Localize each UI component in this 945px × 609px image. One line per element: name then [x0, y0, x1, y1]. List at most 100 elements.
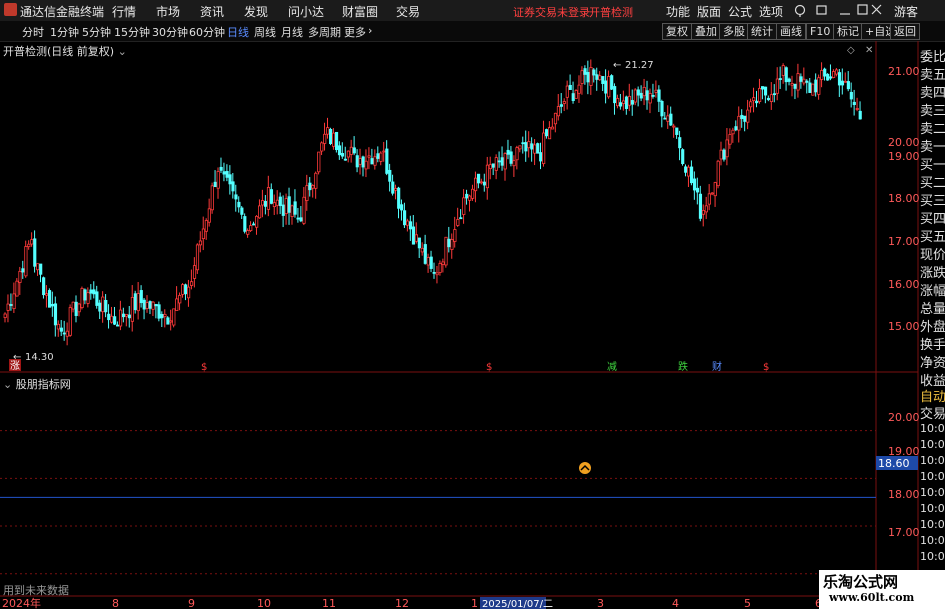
diamond-icon[interactable]: ◇ — [847, 45, 855, 56]
side-label[interactable]: 现价 — [920, 244, 945, 263]
side-label[interactable]: 买四 — [920, 208, 945, 227]
mark-button[interactable]: 标记 — [833, 23, 863, 40]
candle-body — [337, 145, 342, 156]
side-label[interactable]: 换手 — [920, 334, 945, 353]
candle-body — [441, 261, 445, 265]
tab-15min[interactable]: 15分钟 — [114, 24, 150, 40]
candle-body — [518, 145, 522, 150]
multi-stock-button[interactable]: 多股 — [719, 23, 749, 40]
side-label[interactable]: 卖五 — [920, 64, 945, 83]
f10-button[interactable]: F10 — [806, 23, 835, 40]
candle-body — [781, 65, 785, 76]
side-label[interactable]: 买三 — [920, 190, 945, 209]
tab-intraday[interactable]: 分时 — [22, 24, 44, 40]
menu-item-discover[interactable]: 发现 — [244, 3, 268, 20]
candle-body — [169, 320, 173, 323]
event-marker-dollar[interactable]: $ — [486, 362, 492, 373]
candle-body — [616, 98, 620, 107]
signal-up-icon[interactable] — [579, 462, 591, 474]
side-label[interactable]: 卖四 — [920, 82, 945, 101]
chart-title[interactable]: 开普检测(日线 前复权) ⌄ — [3, 43, 127, 59]
candle-body — [80, 287, 84, 308]
side-label[interactable]: 委比 — [920, 46, 945, 65]
guest-label[interactable]: 游客 — [894, 3, 918, 20]
overlay-button[interactable]: 叠加 — [691, 23, 721, 40]
candle-body — [678, 137, 682, 149]
menu-item-function[interactable]: 功能 — [666, 3, 690, 20]
candle-body — [133, 293, 137, 311]
restore-icon[interactable] — [816, 5, 827, 15]
side-label[interactable]: 总量 — [920, 298, 945, 317]
tab-1min[interactable]: 1分钟 — [50, 24, 79, 40]
candle-body — [660, 100, 664, 117]
side-label[interactable]: 买一 — [920, 154, 945, 173]
refresh-icon[interactable] — [794, 4, 806, 18]
event-marker-dollar[interactable]: $ — [201, 362, 207, 373]
tab-5min[interactable]: 5分钟 — [82, 24, 111, 40]
stats-button[interactable]: 统计 — [747, 23, 777, 40]
indicator-title[interactable]: ⌄ 股朋指标网 — [3, 376, 71, 392]
menu-item-markets[interactable]: 市场 — [156, 3, 180, 20]
login-warning[interactable]: 证券交易未登录 — [513, 4, 590, 20]
candle-body — [698, 193, 703, 219]
side-label[interactable]: 买五 — [920, 226, 945, 245]
close-panel-icon[interactable]: ✕ — [865, 45, 873, 56]
event-marker-finance[interactable]: 财 — [712, 360, 722, 373]
candle-body — [565, 85, 569, 98]
trade-label[interactable]: 交易 — [920, 403, 945, 422]
side-label[interactable]: 涨幅 — [920, 280, 945, 299]
menu-item-wealth[interactable]: 财富圈 — [342, 3, 378, 20]
candle-body — [666, 115, 670, 122]
menu-item-formula[interactable]: 公式 — [728, 3, 752, 20]
event-marker-dollar[interactable]: $ — [763, 362, 769, 373]
tab-60min[interactable]: 60分钟 — [189, 24, 225, 40]
side-label[interactable]: 卖一 — [920, 136, 945, 155]
tab-more[interactable]: 更多 — [344, 24, 366, 40]
candle-body — [542, 132, 546, 165]
candle-body — [627, 95, 632, 106]
side-label[interactable]: 外盘 — [920, 316, 945, 335]
menu-item-market[interactable]: 行情 — [112, 3, 136, 20]
time-axis: 2024年 8 9 10 11 12 1 2025/01/07/二 3 4 5 … — [2, 596, 822, 609]
tab-30min[interactable]: 30分钟 — [152, 24, 188, 40]
time-tick: 5 — [744, 597, 751, 609]
back-button[interactable]: 返回 — [890, 23, 920, 40]
side-label[interactable]: 净资 — [920, 352, 945, 371]
candle-body — [77, 303, 81, 313]
event-marker-down[interactable]: 跌 — [678, 360, 688, 373]
menu-item-ask[interactable]: 问小达 — [288, 3, 324, 20]
menu-item-news[interactable]: 资讯 — [200, 3, 224, 20]
tab-multi-period[interactable]: 多周期 — [308, 24, 341, 40]
chevron-right-icon[interactable]: › — [368, 24, 372, 37]
time-tick: 8 — [112, 597, 119, 609]
adjust-button[interactable]: 复权 — [662, 23, 692, 40]
tab-monthly[interactable]: 月线 — [281, 24, 303, 40]
event-marker-reduce[interactable]: 减 — [607, 361, 617, 373]
candle-body — [669, 113, 673, 126]
side-label[interactable]: 卖二 — [920, 118, 945, 137]
side-label[interactable]: 卖三 — [920, 100, 945, 119]
candle-body — [707, 193, 711, 205]
candle-body — [189, 281, 194, 286]
candle-body — [465, 193, 469, 199]
menu-item-layout[interactable]: 版面 — [697, 3, 721, 20]
menu-item-options[interactable]: 选项 — [759, 3, 783, 20]
trade-time: 10:0 — [920, 534, 945, 547]
maximize-icon[interactable] — [857, 4, 868, 15]
side-label[interactable]: 涨跌 — [920, 262, 945, 281]
menu-item-trade[interactable]: 交易 — [396, 3, 420, 20]
trade-panel: 自动 交易 10:0 10:0 10:0 10:0 10:0 10:0 10:0… — [918, 384, 945, 570]
candle-body — [435, 272, 439, 276]
tab-weekly[interactable]: 周线 — [254, 24, 276, 40]
draw-line-button[interactable]: 画线 — [776, 23, 806, 40]
event-marker-up[interactable]: 涨 — [10, 360, 20, 372]
close-icon[interactable] — [871, 4, 882, 15]
candle-body — [71, 301, 75, 310]
candle-body — [385, 148, 389, 174]
indicator-chevron-icon[interactable]: ⌄ — [3, 378, 12, 391]
chevron-down-icon[interactable]: ⌄ — [118, 45, 127, 58]
candle-body — [796, 73, 800, 91]
tab-daily[interactable]: 日线 — [227, 24, 249, 40]
side-label[interactable]: 买二 — [920, 172, 945, 191]
candle-body — [317, 151, 321, 173]
